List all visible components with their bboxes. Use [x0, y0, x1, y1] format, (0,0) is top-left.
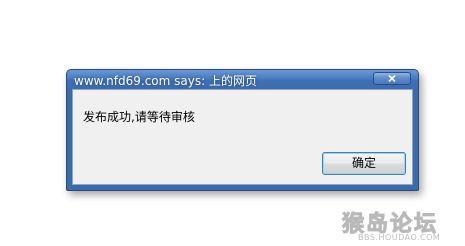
dialog-body: 发布成功,请等待审核 确定: [72, 89, 413, 185]
watermark-logo: 猴岛论坛 BBS.HOUDAO.COM: [341, 206, 462, 244]
dialog-title: www.nfd69.com says: 上的网页: [74, 74, 257, 88]
ok-button[interactable]: 确定: [322, 152, 406, 175]
page: www.nfd69.com says: 上的网页 发布成功,请等待审核 确定 猴…: [0, 0, 465, 246]
watermark-url: BBS.HOUDAO.COM: [358, 233, 441, 242]
close-icon: [388, 74, 396, 83]
alert-dialog: www.nfd69.com says: 上的网页 发布成功,请等待审核 确定: [66, 69, 419, 191]
dialog-titlebar[interactable]: www.nfd69.com says: 上的网页: [67, 70, 418, 89]
close-button[interactable]: [373, 72, 411, 85]
dialog-message: 发布成功,请等待审核: [83, 110, 195, 124]
